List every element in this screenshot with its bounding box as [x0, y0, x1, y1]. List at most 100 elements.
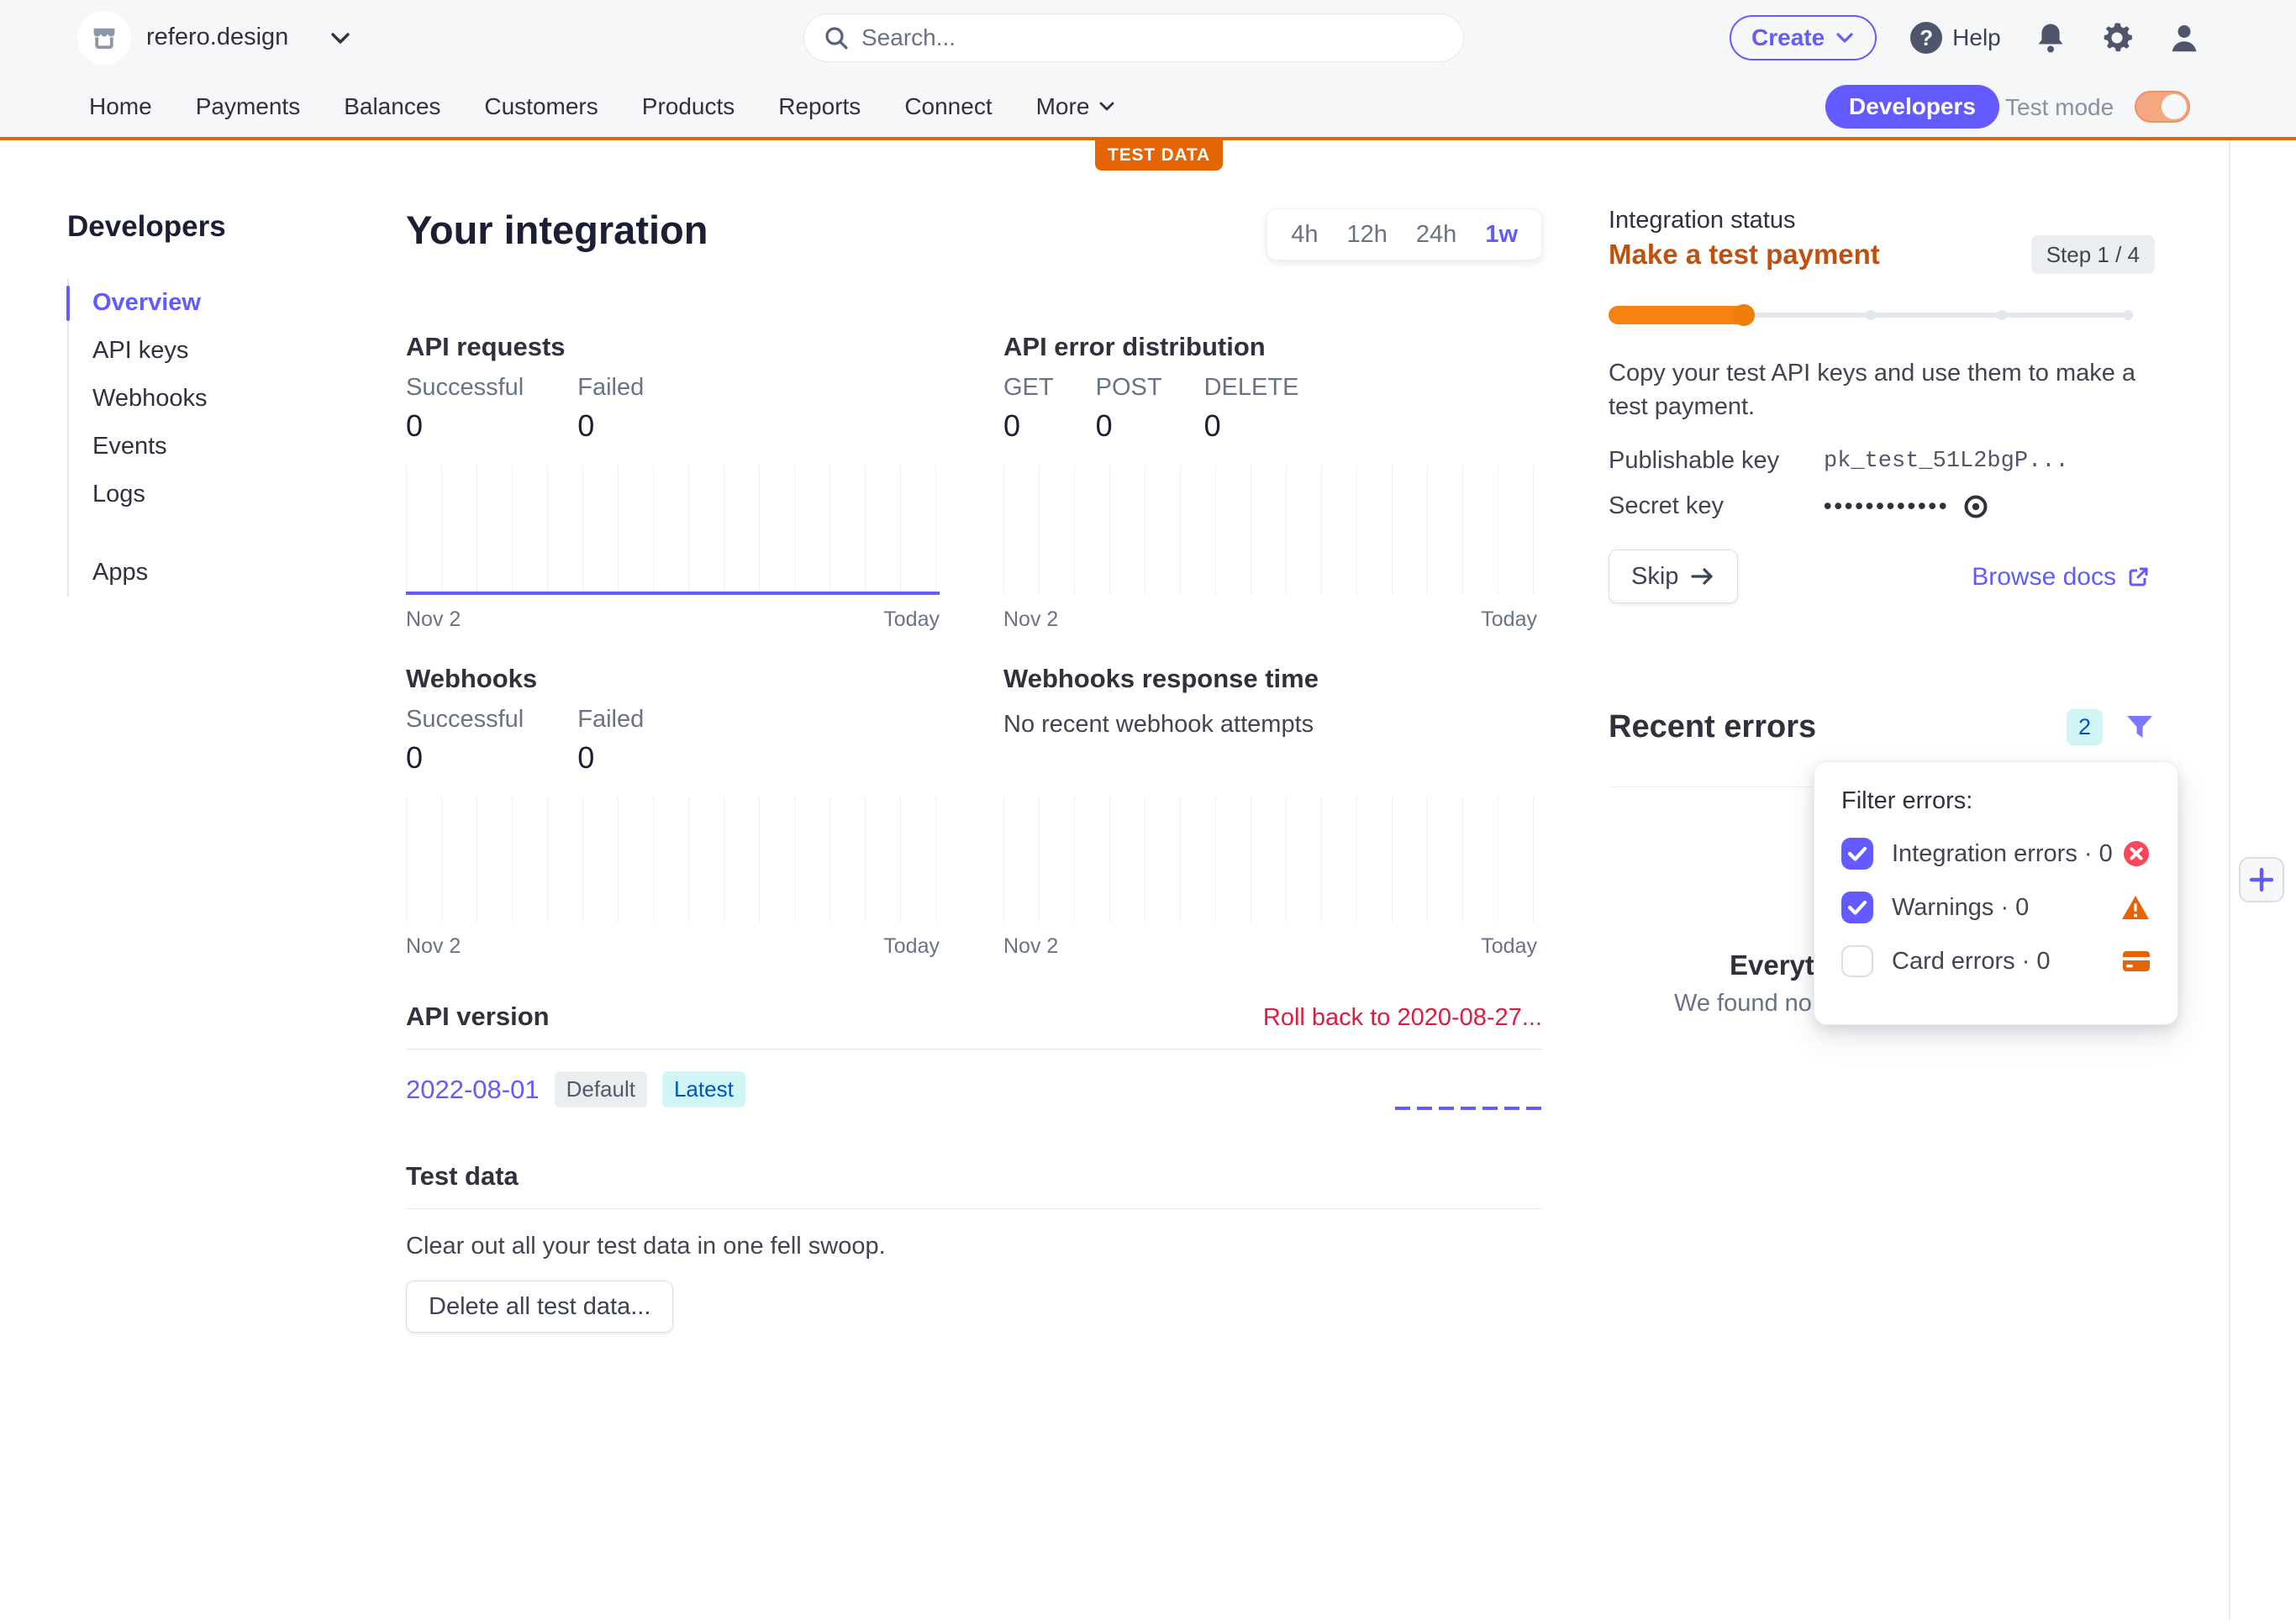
- filter-errors-popover: Filter errors: Integration errors · 0 Wa…: [1814, 761, 2178, 1025]
- nav-item-reports[interactable]: Reports: [778, 93, 861, 120]
- nav-item-customers[interactable]: Customers: [484, 93, 598, 120]
- delete-all-test-data-button[interactable]: Delete all test data...: [406, 1281, 673, 1333]
- nav-item-more-label: More: [1036, 93, 1090, 120]
- developers-sidebar: Developers Overview API keys Webhooks Ev…: [67, 210, 387, 597]
- stat-label: Successful: [406, 374, 524, 402]
- axis-end: Today: [883, 608, 940, 632]
- test-mode-toggle[interactable]: [2135, 91, 2190, 123]
- stat-value: 0: [1204, 408, 1299, 444]
- add-panel-button[interactable]: [2239, 857, 2284, 902]
- filter-option-integration-errors[interactable]: Integration errors · 0: [1841, 827, 2151, 881]
- range-4h[interactable]: 4h: [1291, 221, 1318, 249]
- api-error-distribution-chart: [1003, 465, 1537, 595]
- warning-triangle-icon: [2120, 894, 2151, 921]
- axis-start: Nov 2: [406, 934, 461, 959]
- test-data-badge: TEST DATA: [1095, 140, 1223, 171]
- stat-label: POST: [1096, 374, 1162, 402]
- search-input[interactable]: [861, 24, 1399, 51]
- empty-state-subtitle: We found no: [1674, 990, 1812, 1018]
- api-version-link[interactable]: 2022-08-01: [406, 1075, 540, 1105]
- plus-icon: [2248, 866, 2275, 893]
- progress-knob: [1733, 304, 1755, 326]
- api-version-section: API version Roll back to 2020-08-27... 2…: [406, 1002, 1542, 1107]
- integration-status-heading: Integration status: [1609, 207, 2155, 234]
- nav-item-home[interactable]: Home: [89, 93, 152, 120]
- org-logo[interactable]: [77, 11, 131, 65]
- error-count-badge: 2: [2067, 709, 2103, 745]
- arrow-right-icon: [1690, 566, 1715, 586]
- search-icon: [823, 24, 850, 51]
- range-1w[interactable]: 1w: [1485, 221, 1518, 249]
- progress-bar: [1609, 304, 2133, 326]
- skip-label: Skip: [1631, 563, 1678, 591]
- nav-item-payments[interactable]: Payments: [196, 93, 301, 120]
- main-content: Your integration 4h 12h 24h 1w API reque…: [406, 207, 1542, 253]
- publishable-key-label: Publishable key: [1609, 447, 1824, 475]
- checkbox-checked[interactable]: [1841, 892, 1873, 923]
- nav-item-more[interactable]: More: [1036, 93, 1117, 120]
- reveal-key-eye-icon[interactable]: [1962, 493, 1989, 520]
- step-counter-badge: Step 1 / 4: [2031, 235, 2155, 274]
- webhooks-response-time-card: Webhooks response time No recent webhook…: [1003, 664, 1542, 975]
- webhooks-card: Webhooks Successful 0 Failed 0 Nov 2 Tod…: [406, 664, 945, 975]
- secret-key-label: Secret key: [1609, 492, 1824, 520]
- help-icon: ?: [1910, 22, 1942, 54]
- popover-title: Filter errors:: [1841, 787, 2151, 815]
- progress-dot: [2123, 310, 2133, 320]
- chevron-down-icon: [1098, 100, 1116, 113]
- global-search[interactable]: [803, 13, 1464, 62]
- filter-option-warnings[interactable]: Warnings · 0: [1841, 881, 2151, 934]
- settings-gear-icon[interactable]: [2100, 21, 2134, 55]
- integration-status-panel: Integration status Make a test payment S…: [1609, 207, 2155, 234]
- filter-option-card-errors[interactable]: Card errors · 0: [1841, 934, 2151, 988]
- skip-button[interactable]: Skip: [1609, 550, 1738, 603]
- checkbox-checked[interactable]: [1841, 838, 1873, 870]
- avatar[interactable]: [2167, 21, 2201, 55]
- browse-docs-link[interactable]: Browse docs: [1972, 563, 2150, 592]
- chart-title: API error distribution: [1003, 332, 1542, 362]
- active-indicator: [66, 286, 70, 321]
- rollback-link[interactable]: Roll back to 2020-08-27...: [1263, 1004, 1542, 1032]
- external-link-icon: [2126, 565, 2150, 589]
- chevron-down-icon: [1835, 30, 1855, 45]
- nav-item-connect[interactable]: Connect: [904, 93, 992, 120]
- sidebar-item-api-keys[interactable]: API keys: [69, 327, 387, 375]
- sidebar-item-logs[interactable]: Logs: [69, 471, 387, 518]
- secret-key-masked-value: ••••••••••••: [1824, 493, 1949, 519]
- sidebar-item-events[interactable]: Events: [69, 423, 387, 471]
- recent-errors-title: Recent errors: [1609, 709, 2067, 745]
- publishable-key-value[interactable]: pk_test_51L2bgP...: [1824, 449, 2069, 474]
- stat-value: 0: [1096, 408, 1162, 444]
- axis-start: Nov 2: [1003, 934, 1058, 959]
- checkbox-unchecked[interactable]: [1841, 945, 1873, 977]
- sidebar-item-webhooks[interactable]: Webhooks: [69, 375, 387, 423]
- nav-item-products[interactable]: Products: [642, 93, 735, 120]
- progress-dot: [1997, 310, 2007, 320]
- axis-end: Today: [1481, 934, 1537, 959]
- developers-pill-button[interactable]: Developers: [1825, 85, 1999, 129]
- dashed-line-decoration: [1395, 1107, 1542, 1110]
- range-12h[interactable]: 12h: [1347, 221, 1388, 249]
- chart-title: Webhooks response time: [1003, 664, 1542, 694]
- chart-title: API requests: [406, 332, 945, 362]
- api-error-distribution-card: API error distribution GET 0 POST 0 DELE…: [1003, 332, 1542, 643]
- progress-dot: [1866, 310, 1876, 320]
- org-switcher[interactable]: refero.design: [146, 24, 288, 51]
- section-title: API version: [406, 1002, 550, 1032]
- nav-item-balances[interactable]: Balances: [344, 93, 440, 120]
- help-menu[interactable]: ? Help: [1910, 22, 2001, 54]
- axis-end: Today: [1481, 608, 1537, 632]
- filter-option-label: Warnings · 0: [1892, 894, 2120, 922]
- filter-funnel-icon[interactable]: [2125, 713, 2155, 742]
- create-button-label: Create: [1751, 24, 1825, 51]
- sidebar-item-overview[interactable]: Overview: [69, 279, 387, 327]
- notifications-bell-icon[interactable]: [2035, 21, 2067, 55]
- latest-badge: Latest: [662, 1071, 745, 1107]
- range-24h[interactable]: 24h: [1416, 221, 1456, 249]
- create-button[interactable]: Create: [1730, 15, 1877, 60]
- webhooks-response-time-chart: [1003, 797, 1537, 923]
- toggle-knob: [2162, 94, 2187, 119]
- sidebar-item-apps[interactable]: Apps: [69, 549, 387, 597]
- primary-nav: Home Payments Balances Customers Product…: [0, 76, 2296, 140]
- step-description: Copy your test API keys and use them to …: [1609, 356, 2150, 423]
